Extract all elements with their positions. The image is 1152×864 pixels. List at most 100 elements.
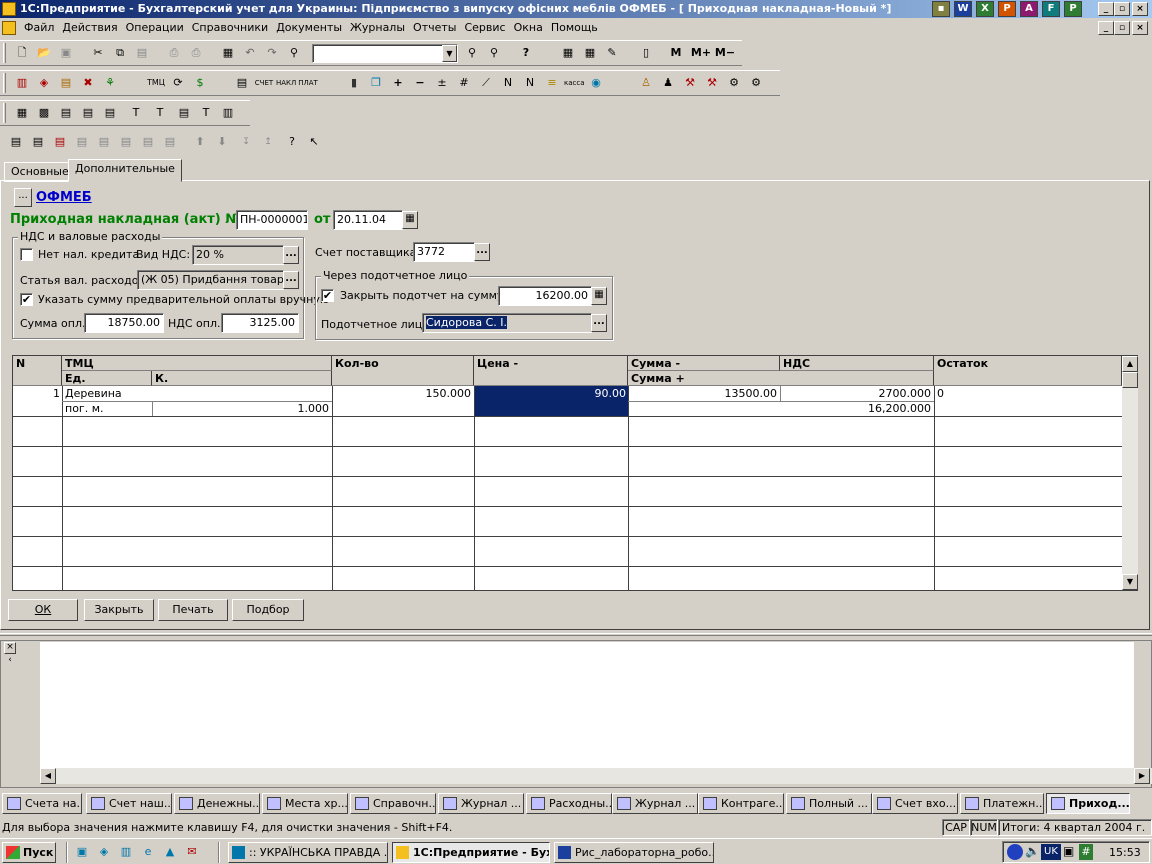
tmc-icon[interactable]: ТМЦ <box>146 73 166 93</box>
publisher-icon[interactable]: P <box>1064 1 1082 17</box>
find-icon[interactable]: ▦ <box>218 43 238 63</box>
paste-icon[interactable]: ▤ <box>132 43 152 63</box>
sort-desc-table-icon[interactable]: ↥ <box>258 132 278 152</box>
report10-icon[interactable]: ▥ <box>218 103 238 123</box>
grid-icon[interactable]: # <box>454 73 474 93</box>
message-close-icon[interactable]: × <box>4 642 16 654</box>
calculator-icon[interactable]: ▦ <box>558 43 578 63</box>
report3-icon[interactable]: ▤ <box>56 103 76 123</box>
vat-sum-field[interactable]: 3125.00 <box>221 313 299 333</box>
copy-icon[interactable]: ⧉ <box>110 43 130 63</box>
message-hscrollbar[interactable] <box>40 768 1152 784</box>
person-field[interactable]: Сидорова С. І. <box>422 313 592 333</box>
add-row-icon[interactable]: ▤ <box>6 132 26 152</box>
col-header-k[interactable]: К. <box>152 371 332 386</box>
browser-icon[interactable]: e <box>138 842 158 862</box>
edit-row-icon[interactable]: ▤ <box>94 132 114 152</box>
no-credit-checkbox[interactable] <box>20 248 33 261</box>
person-select-button[interactable]: ... <box>591 314 607 332</box>
expense-field[interactable]: (Ж 05) Придбання товарів <box>137 270 284 290</box>
window-tab-6[interactable]: Расходны... <box>526 793 612 814</box>
journal-icon[interactable]: ▤ <box>56 73 76 93</box>
ok-button[interactable]: ОК <box>8 599 78 621</box>
word-icon[interactable]: W <box>954 1 972 17</box>
col-header-vat[interactable]: НДС <box>780 356 934 371</box>
quicklaunch-2-icon[interactable]: ◈ <box>94 842 114 862</box>
access-icon[interactable]: A <box>1020 1 1038 17</box>
menu-item-4[interactable]: Документы <box>272 18 346 38</box>
col-header-tmc[interactable]: ТМЦ <box>62 356 332 371</box>
quicklaunch-5-icon[interactable]: ▲ <box>160 842 180 862</box>
row-unit[interactable]: пог. м. <box>63 401 151 416</box>
person-icon[interactable]: ♙ <box>636 73 656 93</box>
cut-icon[interactable]: ✂ <box>88 43 108 63</box>
window-tab-11[interactable]: Платежн... <box>960 793 1044 814</box>
row-sum-minus[interactable]: 13500.00 <box>629 386 779 401</box>
invoice-account-icon[interactable]: СЧЕТ <box>254 73 274 93</box>
table-scrollbar[interactable] <box>1122 356 1138 590</box>
volume-icon[interactable]: 🔈 <box>1025 844 1040 858</box>
task-1c[interactable]: 1С:Предприятие - Бух... <box>392 842 550 863</box>
equals-icon[interactable]: ± <box>432 73 452 93</box>
window-tab-8[interactable]: Контраге... <box>698 793 784 814</box>
scroll-right-icon[interactable]: ▶ <box>1134 768 1150 784</box>
cut-row-icon[interactable]: ▤ <box>116 132 136 152</box>
window-tab-12[interactable]: Приход... <box>1046 793 1130 814</box>
globe-icon[interactable]: ◉ <box>586 73 606 93</box>
window-tab-5[interactable]: Журнал ... <box>438 793 524 814</box>
window-tab-9[interactable]: Полный ... <box>786 793 872 814</box>
close-button[interactable]: × <box>1132 2 1148 16</box>
tab-main[interactable]: Основные <box>4 162 76 182</box>
firm-select-button[interactable]: ... <box>14 188 32 207</box>
chart-of-accounts-icon[interactable]: ▥ <box>12 73 32 93</box>
menu-item-3[interactable]: Справочники <box>188 18 272 38</box>
accountable-amount-field[interactable]: 16200.00 <box>498 286 592 306</box>
report2-icon[interactable]: ▩ <box>34 103 54 123</box>
scroll-left-icon[interactable]: ◀ <box>40 768 56 784</box>
child-close-button[interactable]: × <box>1132 21 1148 35</box>
plus-icon[interactable]: + <box>388 73 408 93</box>
close-doc-button[interactable]: Закрыть <box>84 599 154 621</box>
help-icon[interactable]: ? <box>516 43 536 63</box>
document-date-field[interactable]: 20.11.04 <box>333 210 403 230</box>
memory-minus-button[interactable]: M− <box>714 43 736 63</box>
book-icon[interactable]: ▯ <box>636 43 656 63</box>
document-number-field[interactable]: ПН-0000001 <box>236 210 308 230</box>
vat-type-field[interactable]: 20 % <box>192 245 284 265</box>
message-area[interactable] <box>40 642 1134 768</box>
col-header-price[interactable]: Цена - <box>474 356 628 386</box>
print-icon[interactable]: ⎙ <box>164 43 184 63</box>
refresh-icon[interactable]: ⟳ <box>168 73 188 93</box>
document-menu-icon[interactable] <box>2 21 16 35</box>
menu-item-1[interactable]: Действия <box>58 18 121 38</box>
menu-item-5[interactable]: Журналы <box>346 18 409 38</box>
col-header-rest[interactable]: Остаток <box>934 356 1122 386</box>
report9-icon[interactable]: T <box>196 103 216 123</box>
tool3-icon[interactable]: ⚙ <box>724 73 744 93</box>
frontpage-icon[interactable]: F <box>1042 1 1060 17</box>
message-collapse-icon[interactable]: ‹ <box>4 656 16 666</box>
window-tab-10[interactable]: Счет вхо... <box>872 793 958 814</box>
message-icon[interactable]: ✎ <box>602 43 622 63</box>
save-icon[interactable]: ▣ <box>56 43 76 63</box>
calendar-icon[interactable]: ▦ <box>580 43 600 63</box>
tray-hash-icon[interactable]: # <box>1079 844 1093 860</box>
move-down-icon[interactable]: ⬇ <box>212 132 232 152</box>
move-up-icon[interactable]: ⬆ <box>190 132 210 152</box>
print-button[interactable]: Печать <box>158 599 228 621</box>
row-k[interactable]: 1.000 <box>153 401 331 416</box>
currency-icon[interactable]: $ <box>190 73 210 93</box>
operations-icon[interactable]: ◈ <box>34 73 54 93</box>
row-vat[interactable]: 2700.000 <box>781 386 933 401</box>
link-icon[interactable]: ⟋ <box>476 73 496 93</box>
find-prev-icon[interactable]: ⚲ <box>484 43 504 63</box>
window-tab-4[interactable]: Справочн... <box>350 793 436 814</box>
minus-icon[interactable]: − <box>410 73 430 93</box>
tab-additional[interactable]: Дополнительные <box>68 159 182 182</box>
quicklaunch-1-icon[interactable]: ▣ <box>72 842 92 862</box>
report-icon[interactable]: ▤ <box>232 73 252 93</box>
persons-icon[interactable]: ♟ <box>658 73 678 93</box>
row-sum-plus[interactable]: 16,200.000 <box>629 401 933 416</box>
bookmark-icon[interactable]: ▮ <box>344 73 364 93</box>
sort-asc-table-icon[interactable]: ↧ <box>236 132 256 152</box>
